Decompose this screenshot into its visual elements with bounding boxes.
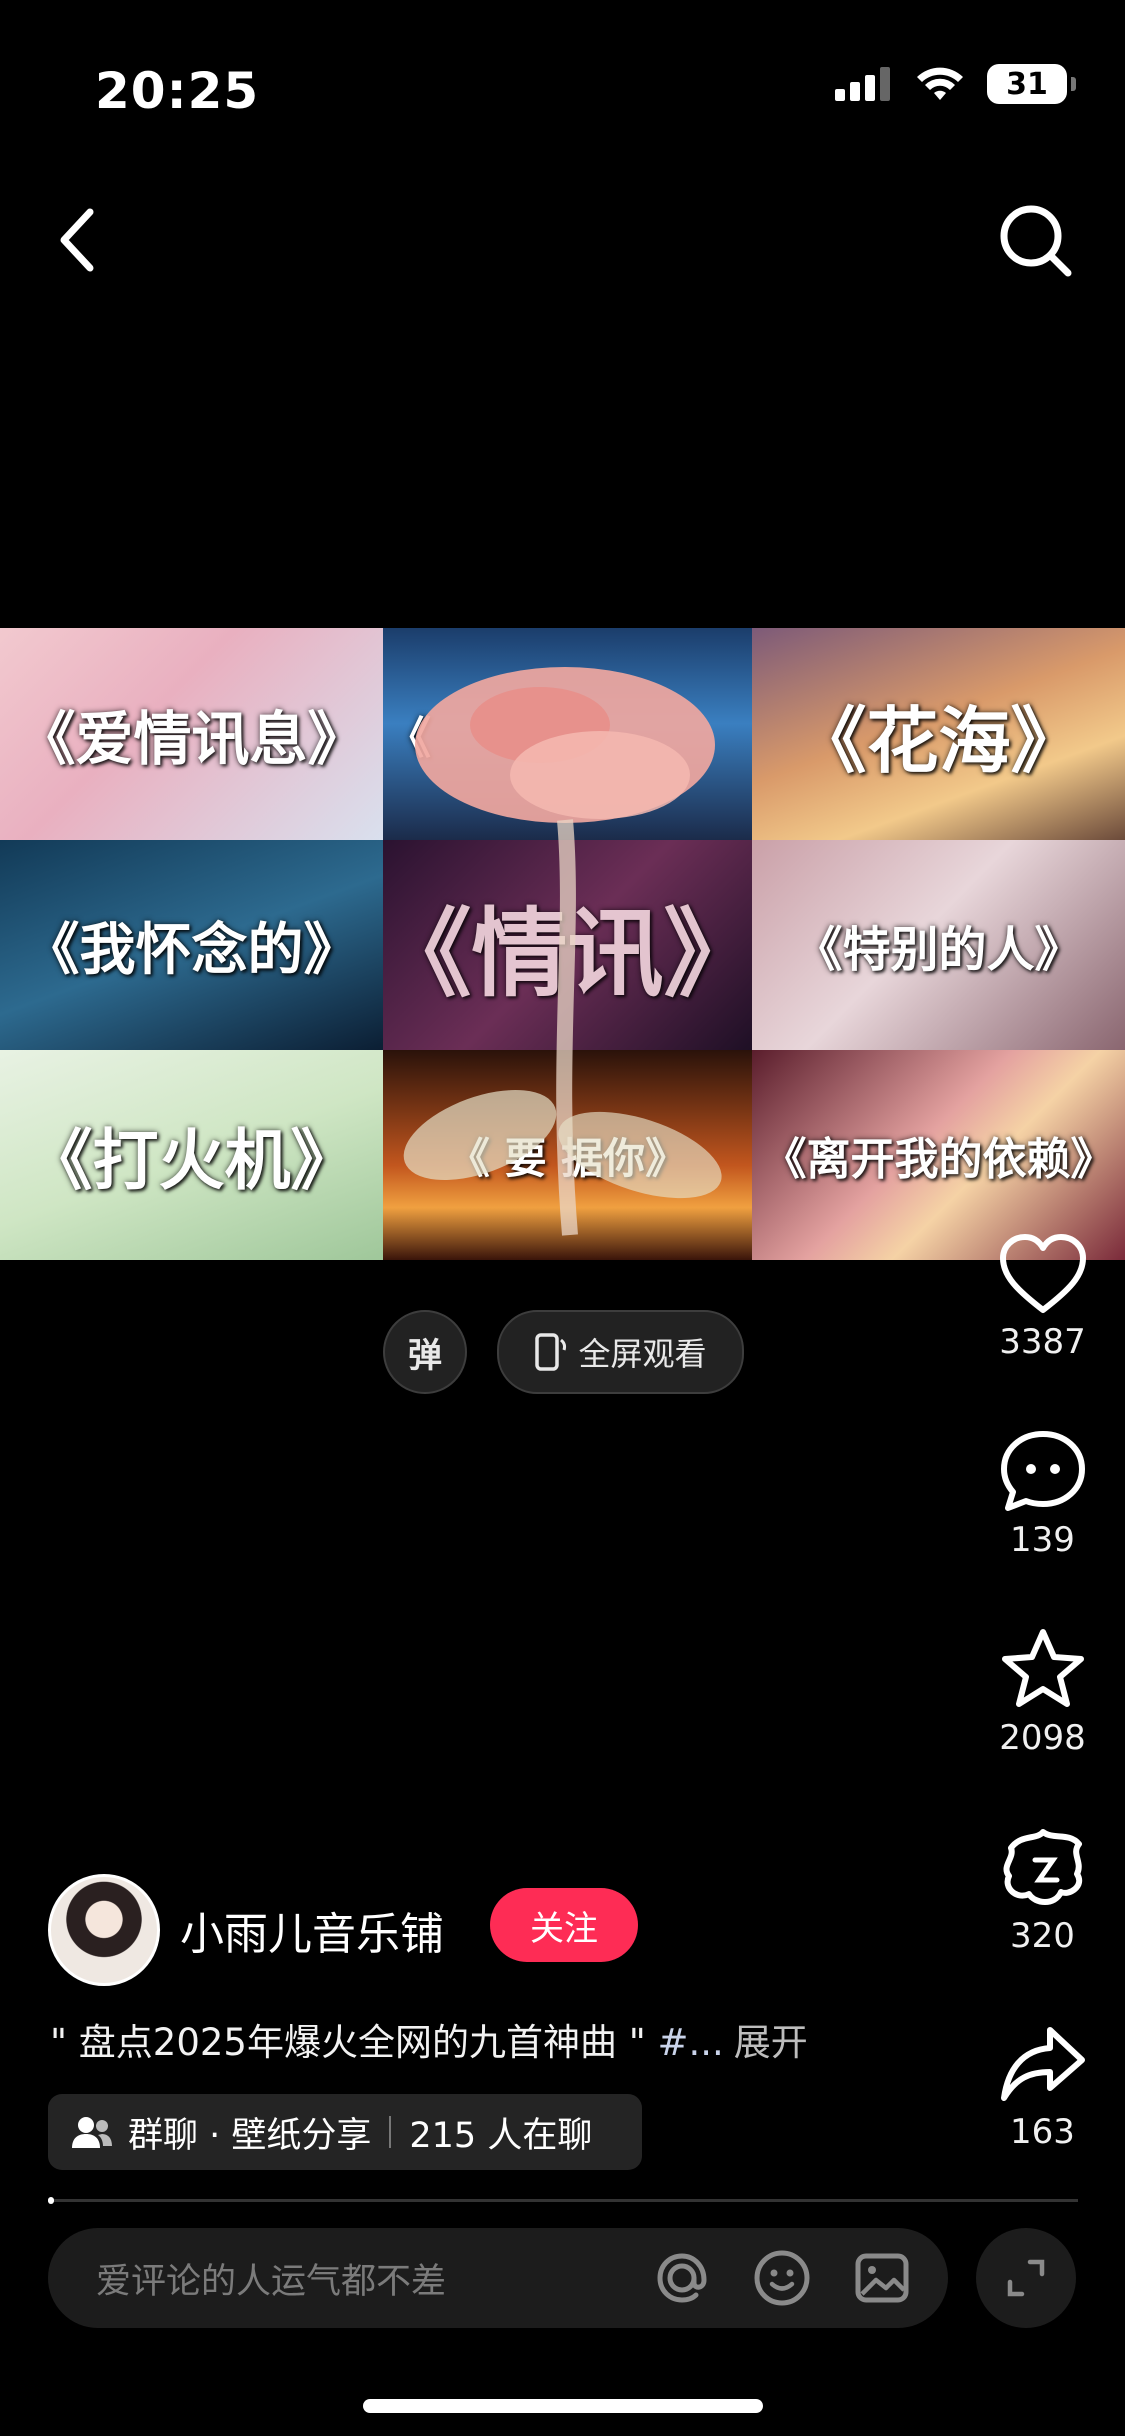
share-button[interactable]: 163 [960,2022,1125,2152]
comment-placeholder: 爱评论的人运气都不差 [96,2261,447,2302]
expand-comment-button[interactable] [976,2228,1076,2328]
song-title: 《 要 据你》 [447,1133,688,1183]
follow-button[interactable]: 关注 [490,1888,638,1962]
comment-count: 139 [1010,1520,1075,1560]
like-button[interactable]: 3387 [960,1232,1125,1362]
battery-icon: 31 [987,64,1076,104]
video-tile: 《爱情讯息》 [0,628,383,840]
at-icon [657,2253,707,2303]
share-to-friend-button[interactable]: 320 [960,1826,1125,1956]
share-arrow-icon [1000,2027,1085,2101]
search-button[interactable] [996,200,1076,280]
song-title: 《花海》 [794,697,1083,783]
video-progress-bar[interactable] [48,2199,1078,2202]
rotate-screen-icon [535,1333,567,1371]
image-icon [855,2253,909,2303]
song-title: 《情讯》 [383,896,752,1010]
emoji-button[interactable] [748,2244,816,2312]
video-tile: 《 [383,628,752,840]
group-chat-entry[interactable]: 群聊 · 壁纸分享 215 人在聊 [48,2094,642,2170]
comment-button[interactable]: 139 [960,1428,1125,1560]
smile-icon [754,2250,810,2306]
fullscreen-button[interactable]: 全屏观看 [497,1310,744,1394]
song-title: 《 [387,713,431,764]
danmu-label: 弹 [408,1335,442,1376]
star-icon [1001,1629,1084,1707]
author-avatar[interactable] [48,1874,160,1986]
heart-icon [999,1234,1086,1313]
song-title: 《打火机》 [26,1121,357,1199]
expand-description-button[interactable]: 展开 [734,2021,808,2064]
group-icon [72,2117,112,2148]
hashtag-link[interactable]: #... [657,2021,723,2064]
group-chat-name: 群聊 · 壁纸分享 [128,2115,372,2156]
song-title: 《离开我的依赖》 [762,1134,1115,1185]
expand-icon [1007,2259,1045,2297]
video-tile: 《离开我的依赖》 [752,1050,1125,1260]
image-button[interactable] [848,2244,916,2312]
video-tile: 《花海》 [752,628,1125,840]
group-chat-online: 215 人在聊 [409,2115,593,2156]
signal-icon [835,67,890,101]
song-title: 《爱情讯息》 [17,705,366,773]
like-count: 3387 [999,1322,1086,1362]
danmu-toggle-button[interactable]: 弹 [383,1310,467,1394]
status-time: 20:25 [95,62,260,120]
wifi-icon [917,67,963,100]
home-indicator[interactable] [363,2399,763,2413]
video-progress-fill [48,2197,54,2204]
author-name[interactable]: 小雨儿音乐铺 [180,1898,444,1962]
song-title: 《特别的人》 [794,922,1083,978]
mention-button[interactable] [648,2244,716,2312]
video-player[interactable]: 《爱情讯息》 《 《花海》 《我怀念的》 《情讯》 《特别的人》 《打火机》 《… [0,628,1125,1260]
video-tile: 《我怀念的》 [0,840,383,1050]
video-tile: 《情讯》 [383,840,752,1050]
description-text: " 盘点2025年爆火全网的九首神曲 " [50,2021,658,2064]
share-friend-count: 320 [1010,1916,1075,1956]
back-button[interactable] [50,200,110,280]
status-icons: 31 [835,64,1076,104]
sticker-icon [1003,1829,1082,1905]
search-icon [1000,205,1072,277]
favorite-count: 2098 [999,1718,1086,1758]
video-tile: 《打火机》 [0,1050,383,1260]
song-title: 《我怀念的》 [23,916,360,983]
divider [389,2116,392,2148]
comment-bubble-icon [1000,1431,1085,1511]
favorite-button[interactable]: 2098 [960,1626,1125,1758]
chevron-left-icon [60,208,94,272]
share-count: 163 [1010,2112,1075,2152]
comment-input[interactable]: 爱评论的人运气都不差 [48,2228,948,2328]
fullscreen-label: 全屏观看 [578,1335,707,1373]
video-tile: 《 要 据你》 [383,1050,752,1260]
video-description: " 盘点2025年爆火全网的九首神曲 " #... 展开 [50,2012,808,2066]
video-tile: 《特别的人》 [752,840,1125,1050]
